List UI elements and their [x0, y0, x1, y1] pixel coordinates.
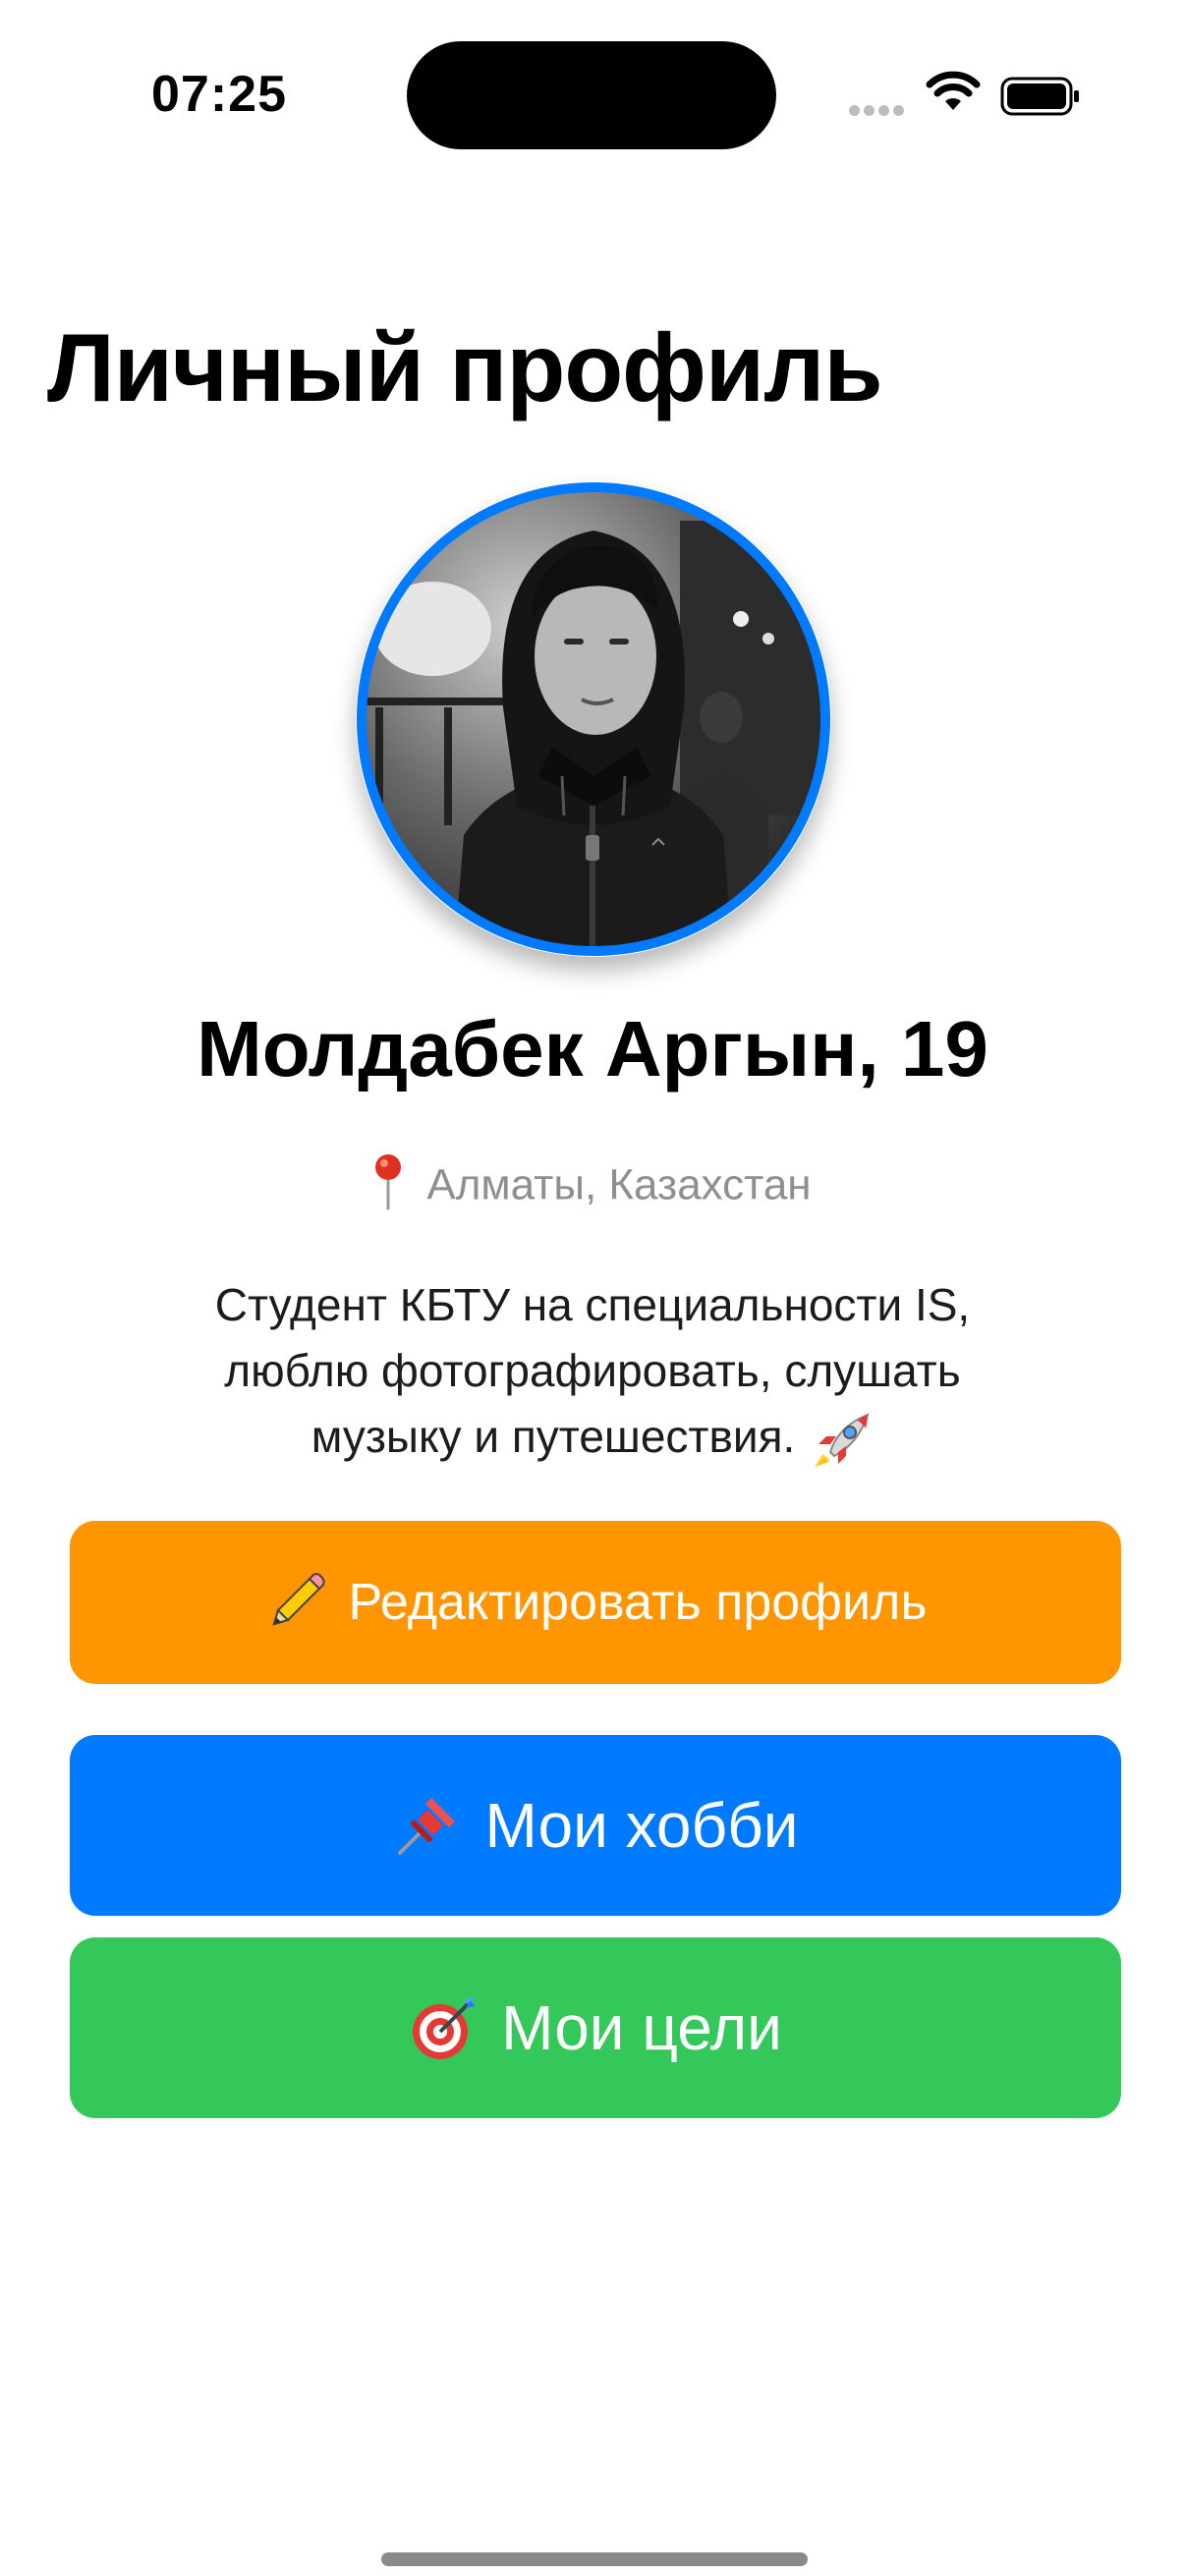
my-goals-button[interactable]: Мои цели [70, 1937, 1121, 2118]
location-text: Алматы, Казахстан [426, 1160, 812, 1209]
bio: Студент КБТУ на специальности IS, люблю … [147, 1272, 1038, 1472]
home-indicator[interactable] [381, 2552, 808, 2566]
location: Алматы, Казахстан [0, 1154, 1185, 1216]
cellular-dots-icon [849, 103, 908, 116]
dart-icon [413, 1996, 477, 2059]
dynamic-island [407, 41, 776, 149]
status-time: 07:25 [151, 66, 287, 123]
my-hobbies-button[interactable]: Мои хобби [70, 1735, 1121, 1916]
my-goals-label: Мои цели [501, 1992, 782, 2063]
wifi-icon [926, 71, 981, 110]
battery-icon [1000, 77, 1079, 116]
edit-profile-button[interactable]: Редактировать профиль [70, 1521, 1121, 1684]
avatar-photo [357, 482, 830, 956]
my-hobbies-label: Мои хобби [484, 1790, 799, 1861]
profile-name: Молдабек Аргын, 19 [197, 1005, 988, 1092]
edit-profile-label: Редактировать профиль [348, 1574, 928, 1631]
pencil-icon [272, 1573, 325, 1626]
pushpin-icon [398, 1798, 456, 1855]
rocket-icon [815, 1413, 870, 1468]
status-bar: 07:25 [0, 0, 1185, 196]
page-title: Личный профиль [47, 313, 883, 421]
pin-icon [375, 1154, 402, 1210]
avatar [356, 481, 831, 957]
